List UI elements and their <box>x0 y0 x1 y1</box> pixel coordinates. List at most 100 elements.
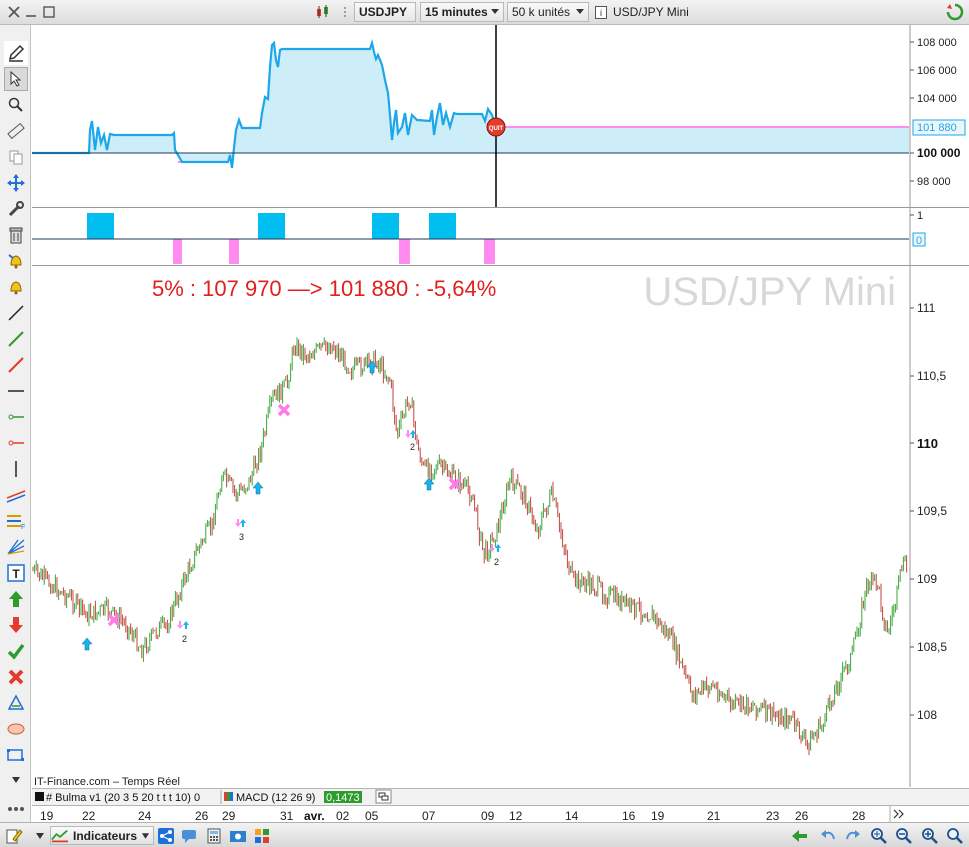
x-tick-label: 22 <box>82 809 96 822</box>
instrument-selector[interactable]: USDJPY <box>354 2 416 22</box>
undo-icon[interactable] <box>818 826 838 845</box>
alert-bell-icon[interactable] <box>4 275 28 299</box>
vertical-line-icon[interactable] <box>4 457 28 481</box>
gann-fan-icon[interactable] <box>4 535 28 559</box>
status-row: IT-Finance.com – Temps Réel # Bulma v1 (… <box>32 776 969 806</box>
chevron-down-icon[interactable] <box>34 826 46 845</box>
current-value-label: 101 880 <box>917 122 957 134</box>
arrow-up-icon[interactable] <box>4 587 28 611</box>
signal-count-label: 2 <box>494 557 499 567</box>
indicator2-value: 0,1473 <box>326 792 360 804</box>
zoom-fit-icon[interactable] <box>868 826 890 845</box>
calculator-icon[interactable] <box>204 826 224 845</box>
units-select[interactable]: 50 k unités <box>507 2 589 22</box>
alert-add-icon[interactable] <box>4 249 28 273</box>
equity-y-tick-bold: 100 000 <box>917 146 961 160</box>
svg-text:i: i <box>600 8 602 18</box>
info-label: USD/JPY Mini <box>613 5 689 19</box>
chart-canvas[interactable]: QUIT 108 000 106 000 104 000 100 000 98 … <box>32 25 969 823</box>
chat-icon[interactable] <box>180 826 200 845</box>
red-line-icon[interactable] <box>4 353 28 377</box>
price-y-axis: 111 110,5 110 109,5 109 108,5 108 <box>910 301 947 722</box>
more-icon[interactable] <box>4 797 28 821</box>
candlestick-chart-icon[interactable] <box>314 3 332 21</box>
current-value-tag: 101 880 <box>912 119 966 136</box>
channel-icon[interactable] <box>4 483 28 507</box>
buy-arrow-icon <box>81 637 93 651</box>
buy-arrow-small-icon <box>183 621 189 629</box>
ellipse-icon[interactable] <box>4 717 28 741</box>
red-horizontal-ray-icon[interactable] <box>4 431 28 455</box>
zoom-out-icon[interactable] <box>893 826 915 845</box>
green-line-icon[interactable] <box>4 327 28 351</box>
x-tick-label: 26 <box>795 809 809 822</box>
timeframe-select[interactable]: 15 minutes <box>420 2 504 22</box>
signal-bar-short <box>484 239 495 264</box>
info-icon[interactable]: i <box>592 3 610 21</box>
triangle-icon[interactable] <box>4 691 28 715</box>
green-horizontal-ray-icon[interactable] <box>4 405 28 429</box>
close-icon[interactable] <box>5 3 23 21</box>
x-tick-label: 19 <box>651 809 665 822</box>
price-candles <box>32 337 908 756</box>
signal-count-label: 3 <box>239 532 244 542</box>
horizontal-line-icon[interactable] <box>4 379 28 403</box>
copy-icon[interactable] <box>4 145 28 169</box>
zoom-in-icon[interactable] <box>919 826 941 845</box>
data-source-label: IT-Finance.com – Temps Réel <box>34 776 180 788</box>
arrow-down-icon[interactable] <box>4 613 28 637</box>
refresh-icon[interactable] <box>944 3 966 21</box>
grid-view-icon[interactable] <box>252 826 272 845</box>
signal-bar-short <box>229 239 239 264</box>
price-pane: USD/JPY Mini 5% : 107 970 —> 101 880 : -… <box>32 266 947 787</box>
cross-icon[interactable] <box>4 665 28 689</box>
indicator1-label: # Bulma v1 (20 3 5 20 t t t 10) 0 <box>46 792 200 804</box>
indicators-chart-icon <box>51 829 69 842</box>
exit-cross-icon <box>277 403 291 417</box>
macd-swatch <box>224 792 233 801</box>
pencil-icon[interactable] <box>4 41 28 65</box>
pencil-edit-icon[interactable] <box>4 826 24 845</box>
screenshot-icon[interactable] <box>228 826 248 845</box>
ruler-icon[interactable] <box>4 119 28 143</box>
minimize-icon[interactable] <box>22 3 40 21</box>
signal-bar-long <box>372 213 399 239</box>
x-tick-label: 14 <box>565 809 579 822</box>
text-tool-icon[interactable]: T <box>4 561 28 585</box>
units-label: 50 k unités <box>512 5 571 19</box>
back-arrow-icon[interactable] <box>790 826 810 845</box>
price-y-tick: 108 <box>917 708 937 722</box>
zoom-reset-icon[interactable] <box>944 826 966 845</box>
trend-line-icon[interactable] <box>4 301 28 325</box>
trash-icon[interactable] <box>4 223 28 247</box>
svg-text:T: T <box>12 567 20 581</box>
x-tick-label: 12 <box>509 809 523 822</box>
svg-text:F: F <box>21 524 25 530</box>
share-icon[interactable] <box>156 826 176 845</box>
maximize-icon[interactable] <box>40 3 58 21</box>
redo-icon[interactable] <box>843 826 863 845</box>
cursor-icon[interactable] <box>4 67 28 91</box>
signal-y-tick: 1 <box>917 210 923 222</box>
performance-annotation: 5% : 107 970 —> 101 880 : -5,64% <box>152 276 496 301</box>
equity-y-tick: 98 000 <box>917 176 951 188</box>
handle-icon <box>336 3 354 21</box>
checkmark-icon[interactable] <box>4 639 28 663</box>
x-tick-label: 31 <box>280 809 294 822</box>
signal-bar-long <box>258 213 285 239</box>
quit-badge-label: QUIT <box>489 126 504 132</box>
chevron-down-icon[interactable] <box>4 773 28 787</box>
sell-arrow-small-icon <box>489 544 495 552</box>
fibonacci-icon[interactable]: F <box>4 509 28 533</box>
x-tick-label: 24 <box>138 809 152 822</box>
tools-icon[interactable] <box>4 197 28 221</box>
indicators-button[interactable]: Indicateurs <box>50 826 154 845</box>
buy-arrow-small-icon <box>240 519 246 527</box>
equity-pane: QUIT 108 000 106 000 104 000 100 000 98 … <box>32 25 969 208</box>
x-tick-label: 09 <box>481 809 495 822</box>
rectangle-icon[interactable] <box>4 743 28 767</box>
zoom-icon[interactable] <box>4 93 28 117</box>
scroll-right-icon[interactable] <box>889 806 904 822</box>
equity-y-tick: 104 000 <box>917 93 957 105</box>
move-icon[interactable] <box>4 171 28 195</box>
